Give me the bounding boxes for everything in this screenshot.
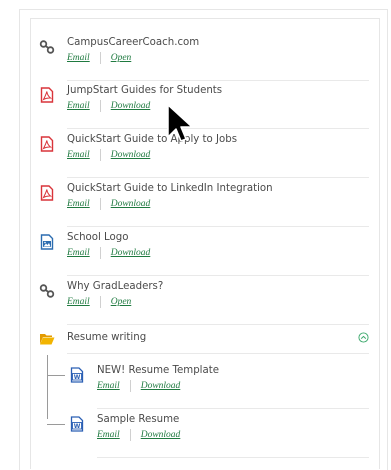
open-link[interactable]: Open xyxy=(111,297,132,307)
list-item: CampusCareerCoach.com Email Open xyxy=(31,37,369,81)
image-icon xyxy=(40,234,54,250)
chevron-up-icon[interactable] xyxy=(358,332,369,343)
word-doc-icon: W xyxy=(70,416,84,432)
download-link[interactable]: Download xyxy=(111,248,151,258)
list-item: QuickStart Guide to LinkedIn Integration… xyxy=(31,183,369,227)
svg-text:W: W xyxy=(74,423,81,430)
list-item: Why GradLeaders? Email Open xyxy=(31,281,369,325)
mouse-cursor-icon xyxy=(167,104,193,142)
divider xyxy=(67,324,369,325)
divider xyxy=(99,52,101,64)
divider xyxy=(99,296,101,308)
download-link[interactable]: Download xyxy=(111,101,151,111)
divider xyxy=(129,429,131,441)
item-actions: Email Download xyxy=(67,149,150,161)
folder-open-icon xyxy=(40,334,55,345)
divider xyxy=(67,353,369,354)
item-title: School Logo xyxy=(67,232,129,243)
item-actions: Email Download xyxy=(67,198,150,210)
divider xyxy=(99,247,101,259)
divider xyxy=(99,100,101,112)
item-title: QuickStart Guide to Apply to Jobs xyxy=(67,134,238,145)
email-link[interactable]: Email xyxy=(67,297,90,307)
list-item: W Sample Resume Email Download xyxy=(31,414,369,458)
email-link[interactable]: Email xyxy=(67,199,90,209)
email-link[interactable]: Email xyxy=(67,53,90,63)
item-title: CampusCareerCoach.com xyxy=(67,37,200,48)
list-item: QuickStart Guide to Apply to Jobs Email D… xyxy=(31,134,369,178)
item-title: NEW! Resume Template xyxy=(97,365,220,376)
divider xyxy=(99,198,101,210)
item-title: JumpStart Guides for Students xyxy=(67,85,223,96)
divider xyxy=(67,80,369,81)
download-link[interactable]: Download xyxy=(111,150,151,160)
email-link[interactable]: Email xyxy=(67,248,90,258)
download-link[interactable]: Download xyxy=(141,430,181,440)
email-link[interactable]: Email xyxy=(67,101,90,111)
item-actions: Email Open xyxy=(67,296,131,308)
folder-title: Resume writing xyxy=(67,332,147,343)
download-link[interactable]: Download xyxy=(141,381,181,391)
divider xyxy=(67,226,369,227)
divider xyxy=(67,128,369,129)
item-actions: Email Download xyxy=(97,380,180,392)
divider xyxy=(97,457,369,458)
list-item: School Logo Email Download xyxy=(31,232,369,276)
download-link[interactable]: Download xyxy=(111,199,151,209)
svg-text:W: W xyxy=(74,374,81,381)
item-title: Why GradLeaders? xyxy=(67,281,164,292)
link-icon xyxy=(39,40,55,54)
pdf-icon xyxy=(40,185,54,201)
pdf-icon xyxy=(40,87,54,103)
open-link[interactable]: Open xyxy=(111,53,132,63)
item-actions: Email Open xyxy=(67,52,131,64)
email-link[interactable]: Email xyxy=(67,150,90,160)
divider xyxy=(97,408,369,409)
email-link[interactable]: Email xyxy=(97,430,120,440)
item-actions: Email Download xyxy=(67,100,150,112)
item-actions: Email Download xyxy=(97,429,180,441)
item-title: QuickStart Guide to LinkedIn Integration xyxy=(67,183,273,194)
divider xyxy=(67,275,369,276)
divider xyxy=(99,149,101,161)
divider xyxy=(129,380,131,392)
divider xyxy=(67,177,369,178)
folder-item-resume-writing[interactable]: Resume writing xyxy=(31,330,369,354)
item-title: Sample Resume xyxy=(97,414,180,425)
word-doc-icon: W xyxy=(70,367,84,383)
item-actions: Email Download xyxy=(67,247,150,259)
resource-list: CampusCareerCoach.com Email Open JumpStar… xyxy=(30,18,380,469)
pdf-icon xyxy=(40,136,54,152)
list-item: JumpStart Guides for Students Email Downl… xyxy=(31,85,369,129)
list-item: W NEW! Resume Template Email Download xyxy=(31,365,369,409)
email-link[interactable]: Email xyxy=(97,381,120,391)
link-icon xyxy=(39,284,55,298)
